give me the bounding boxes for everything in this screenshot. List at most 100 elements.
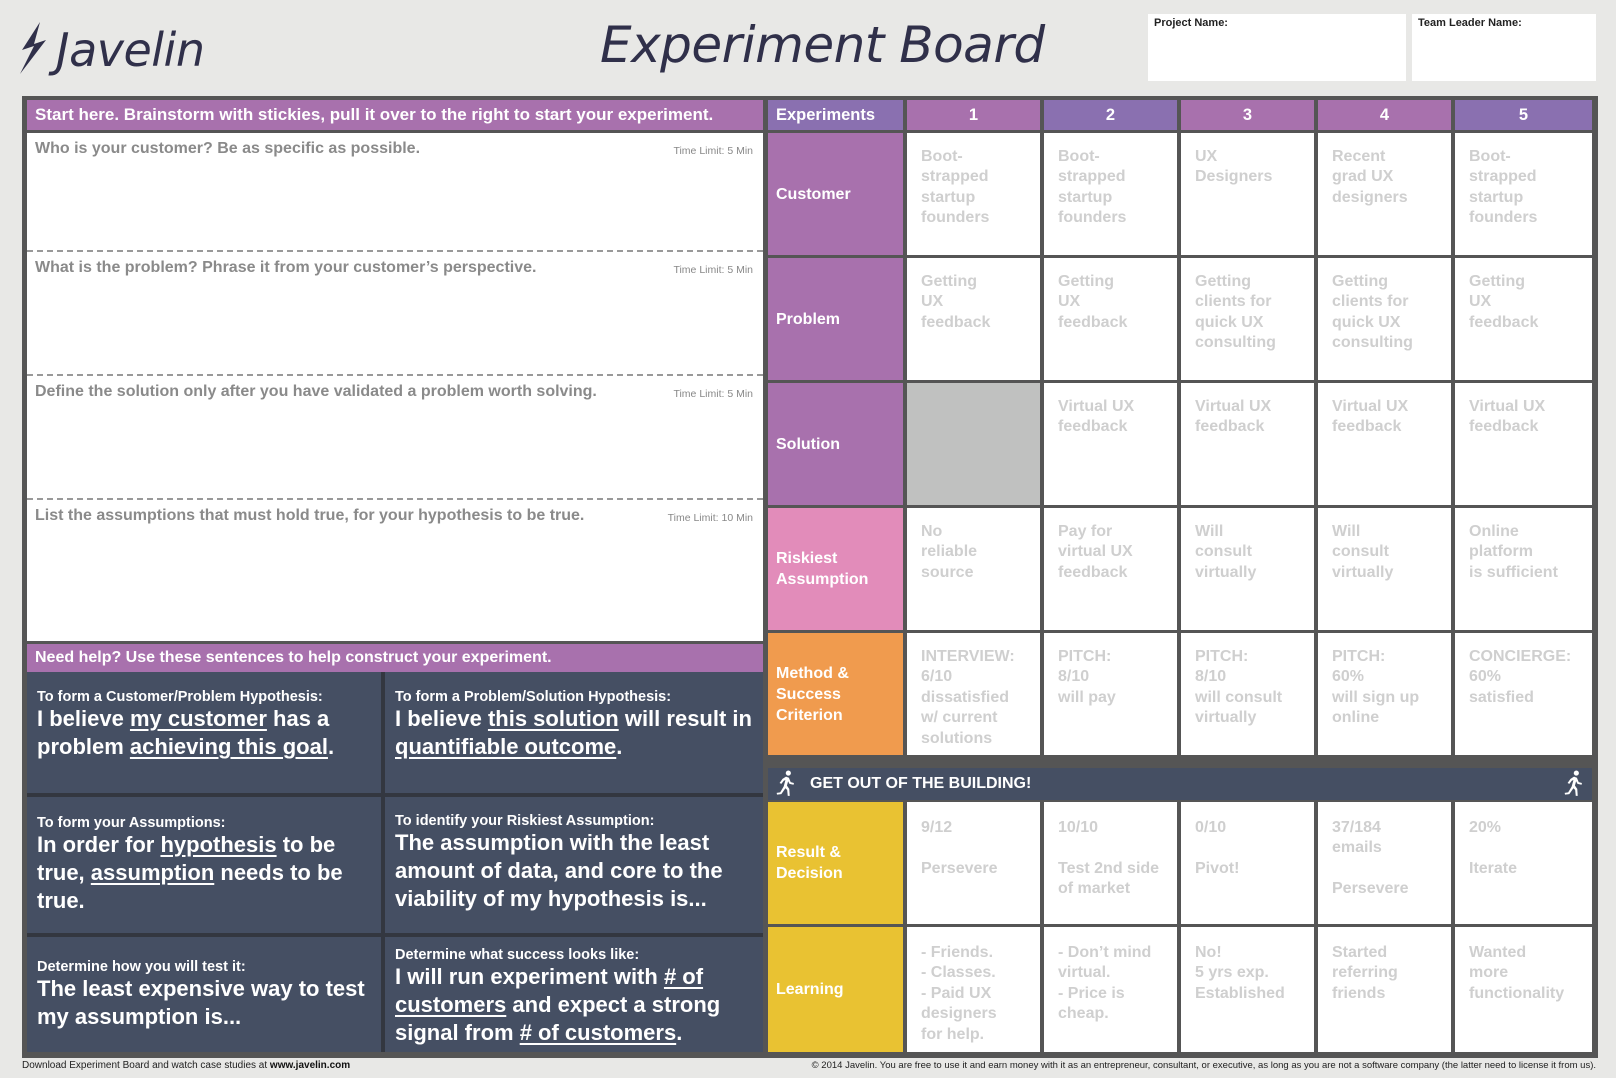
experiments-header: Experiments: [768, 100, 903, 130]
experiment-cell-solution[interactable]: [907, 383, 1040, 505]
experiment-cell-customer[interactable]: UX Designers: [1181, 133, 1314, 255]
experiment-column-header: 3: [1181, 100, 1314, 130]
brainstorm-area[interactable]: Who is your customer? Be as specific as …: [27, 133, 763, 641]
experiment-cell-result-decision[interactable]: 10/10 Test 2nd side of market: [1044, 802, 1177, 924]
experiment-column-header: 2: [1044, 100, 1177, 130]
fill-in-blank: # of customers: [519, 1020, 677, 1045]
time-limit: Time Limit: 5 Min: [673, 388, 753, 400]
help-cell-label: Determine how you will test it:: [37, 959, 246, 975]
time-limit: Time Limit: 5 Min: [673, 264, 753, 276]
get-out-of-building-banner: GET OUT OF THE BUILDING!: [768, 768, 1592, 800]
experiment-cell-problem[interactable]: Getting clients for quick UX consulting: [1181, 258, 1314, 380]
fill-in-blank: quantifiable outcome: [395, 734, 617, 759]
experiment-cell-riskiest-assumption[interactable]: Online platform is sufficient: [1455, 508, 1592, 630]
sentence-text: will result in: [618, 706, 752, 731]
experiment-cell-result-decision[interactable]: 20% Iterate: [1455, 802, 1592, 924]
lightning-bolt-icon: [18, 20, 52, 81]
row-label-riskiest-assumption: Riskiest Assumption: [768, 508, 903, 630]
experiment-cell-learning[interactable]: - Friends. - Classes. - Paid UX designer…: [907, 927, 1040, 1052]
experiment-cell-riskiest-assumption[interactable]: Pay for virtual UX feedback: [1044, 508, 1177, 630]
fill-in-blank: hypothesis: [160, 832, 277, 857]
experiment-cell-method-success-criterion[interactable]: PITCH: 8/10 will consult virtually: [1181, 633, 1314, 755]
sentence-text: I believe: [395, 706, 488, 731]
help-cell-sentence: In order for hypothesis to be true, assu…: [37, 831, 371, 915]
experiment-cell-riskiest-assumption[interactable]: Will consult virtually: [1181, 508, 1314, 630]
footer-download-note: Download Experiment Board and watch case…: [22, 1060, 350, 1071]
help-cell-sentence: The least expensive way to test my assum…: [37, 975, 371, 1031]
logo-text: Javelin: [56, 23, 205, 77]
experiment-cell-problem[interactable]: Getting UX feedback: [907, 258, 1040, 380]
experiment-cell-customer[interactable]: Boot- strapped startup founders: [1044, 133, 1177, 255]
experiment-cell-method-success-criterion[interactable]: PITCH: 8/10 will pay: [1044, 633, 1177, 755]
experiment-cell-solution[interactable]: Virtual UX feedback: [1181, 383, 1314, 505]
brainstorm-question: List the assumptions that must hold true…: [35, 507, 585, 524]
help-cell-assumptions: To form your Assumptions: In order for h…: [27, 797, 381, 933]
row-label-learning: Learning: [768, 927, 903, 1052]
experiment-column-header: 5: [1455, 100, 1592, 130]
time-limit: Time Limit: 10 Min: [667, 512, 753, 524]
experiment-cell-solution[interactable]: Virtual UX feedback: [1318, 383, 1451, 505]
experiment-cell-problem[interactable]: Getting UX feedback: [1044, 258, 1177, 380]
running-person-icon: [1560, 769, 1590, 799]
experiment-cell-customer[interactable]: Boot- strapped startup founders: [1455, 133, 1592, 255]
help-cell-success: Determine what success looks like: I wil…: [385, 937, 763, 1052]
sentence-text: I will run experiment with: [395, 964, 664, 989]
sentence-text: I believe: [37, 706, 130, 731]
experiment-cell-method-success-criterion[interactable]: INTERVIEW: 6/10 dissatisfied w/ current …: [907, 633, 1040, 755]
experiment-cell-learning[interactable]: Started referring friends: [1318, 927, 1451, 1052]
experiment-cell-learning[interactable]: Wanted more functionality: [1455, 927, 1592, 1052]
brainstorm-section-problem[interactable]: What is the problem? Phrase it from your…: [27, 250, 763, 376]
sentence-text: .: [616, 734, 623, 759]
experiment-cell-learning[interactable]: No! 5 yrs exp. Established: [1181, 927, 1314, 1052]
experiment-cell-method-success-criterion[interactable]: CONCIERGE: 60% satisfied: [1455, 633, 1592, 755]
help-cell-sentence: The assumption with the least amount of …: [395, 829, 753, 913]
experiment-cell-riskiest-assumption[interactable]: Will consult virtually: [1318, 508, 1451, 630]
footer-copyright: © 2014 Javelin. You are free to use it a…: [811, 1060, 1596, 1071]
sentence-text: The assumption with the least amount of …: [395, 830, 723, 911]
page-title: Experiment Board: [600, 16, 1045, 74]
help-cell-sentence: I will run experiment with # of customer…: [395, 963, 753, 1047]
javelin-link[interactable]: www.javelin.com: [270, 1060, 350, 1071]
help-cell-label: To identify your Riskiest Assumption:: [395, 813, 655, 829]
sentence-text: The least expensive way to test my assum…: [37, 976, 365, 1029]
experiment-cell-method-success-criterion[interactable]: PITCH: 60% will sign up online: [1318, 633, 1451, 755]
sentence-text: .: [327, 734, 335, 759]
help-cell-problem-solution: To form a Problem/Solution Hypothesis: I…: [385, 672, 763, 793]
brainstorm-section-assumptions[interactable]: List the assumptions that must hold true…: [27, 498, 763, 641]
experiment-cell-solution[interactable]: Virtual UX feedback: [1455, 383, 1592, 505]
experiment-cell-solution[interactable]: Virtual UX feedback: [1044, 383, 1177, 505]
get-out-of-building-text: GET OUT OF THE BUILDING!: [810, 775, 1032, 792]
experiment-cell-problem[interactable]: Getting UX feedback: [1455, 258, 1592, 380]
sentence-text: In order for: [37, 832, 161, 857]
team-leader-label: Team Leader Name:: [1418, 17, 1522, 29]
brainstorm-question: Define the solution only after you have …: [35, 383, 597, 400]
experiment-cell-problem[interactable]: Getting clients for quick UX consulting: [1318, 258, 1451, 380]
fill-in-blank: this solution: [487, 706, 619, 731]
experiment-cell-result-decision[interactable]: 9/12 Persevere: [907, 802, 1040, 924]
help-cell-sentence: I believe my customer has a problem achi…: [37, 705, 371, 761]
brainstorm-question: Who is your customer? Be as specific as …: [35, 140, 421, 157]
experiment-cell-customer[interactable]: Boot- strapped startup founders: [907, 133, 1040, 255]
help-cell-label: Determine what success looks like:: [395, 947, 640, 963]
experiment-cell-result-decision[interactable]: 0/10 Pivot!: [1181, 802, 1314, 924]
help-cell-label: To form a Problem/Solution Hypothesis:: [395, 689, 672, 705]
project-name-field[interactable]: Project Name:: [1148, 14, 1406, 81]
footer-left-text: Download Experiment Board and watch case…: [22, 1060, 270, 1071]
brainstorm-question: What is the problem? Phrase it from your…: [35, 259, 537, 276]
experiment-cell-riskiest-assumption[interactable]: No reliable source: [907, 508, 1040, 630]
experiment-column-header: 4: [1318, 100, 1451, 130]
fill-in-blank: my customer: [129, 706, 267, 731]
help-cell-customer-problem: To form a Customer/Problem Hypothesis: I…: [27, 672, 381, 793]
experiment-cell-result-decision[interactable]: 37/184 emails Persevere: [1318, 802, 1451, 924]
help-cell-sentence: I believe this solution will result in q…: [395, 705, 753, 761]
experiment-cell-learning[interactable]: - Don’t mind virtual. - Price is cheap.: [1044, 927, 1177, 1052]
team-leader-name-field[interactable]: Team Leader Name:: [1412, 14, 1596, 81]
row-label-customer: Customer: [768, 133, 903, 255]
brainstorm-heading: Start here. Brainstorm with stickies, pu…: [27, 100, 763, 130]
brainstorm-section-solution[interactable]: Define the solution only after you have …: [27, 374, 763, 500]
row-label-method-success-criterion: Method & Success Criterion: [768, 633, 903, 755]
brainstorm-section-customer[interactable]: Who is your customer? Be as specific as …: [27, 133, 763, 260]
row-label-solution: Solution: [768, 383, 903, 505]
row-label-problem: Problem: [768, 258, 903, 380]
experiment-cell-customer[interactable]: Recent grad UX designers: [1318, 133, 1451, 255]
